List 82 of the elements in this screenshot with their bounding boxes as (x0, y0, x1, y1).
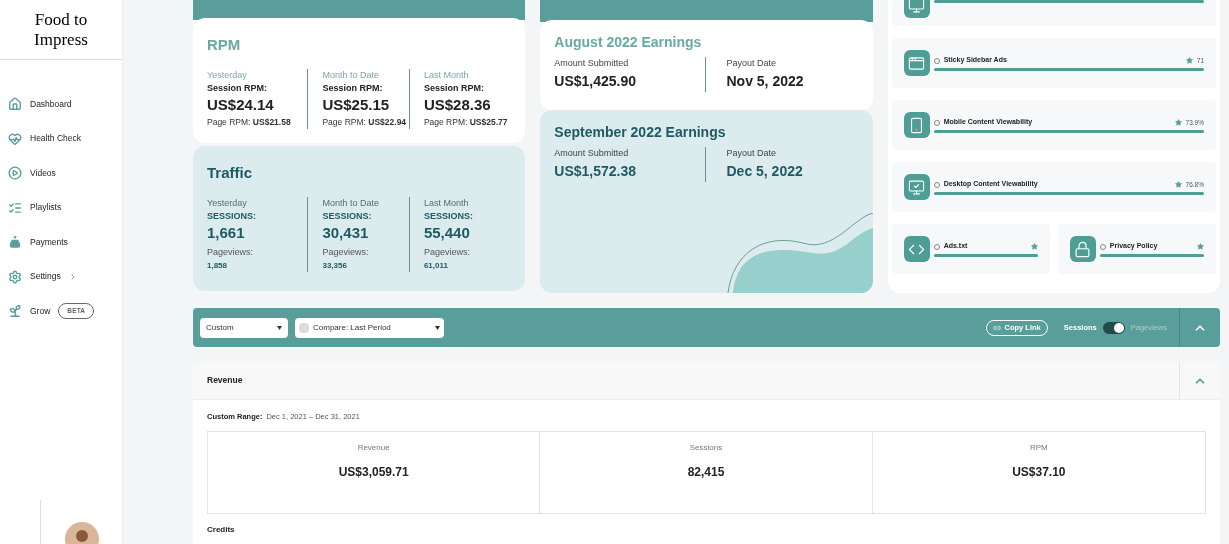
settings-icon (8, 269, 22, 284)
section-title: Revenue (207, 374, 244, 387)
metric-value: 55,440 (423, 223, 471, 243)
card-title: August 2022 Earnings (554, 33, 703, 52)
lock-icon (1069, 236, 1096, 262)
metric-value: US$28.36 (423, 95, 492, 115)
period-label: Month to Date (322, 68, 380, 82)
stat-label: Revenue (357, 442, 390, 455)
audit-item[interactable] (891, 0, 1216, 26)
period-label: Yesterday (207, 196, 248, 210)
heart-pulse-icon (8, 131, 22, 146)
amount-value: US$1,572.38 (554, 161, 638, 181)
card-title: Traffic (207, 163, 253, 183)
payout-date-label: Payout Date (726, 57, 777, 70)
sub-label: Pageviews: (322, 246, 370, 260)
compare-checkbox[interactable] (299, 322, 309, 333)
section-title: Credits (206, 524, 236, 537)
payout-date: Dec 5, 2022 (726, 161, 804, 181)
metric-label: SESSIONS: (423, 210, 474, 223)
period-label: Last Month (423, 68, 470, 82)
stat-value: US$37.10 (1012, 464, 1066, 482)
sub-value: 33,356 (322, 259, 348, 272)
monitor-icon (903, 0, 930, 18)
brand-logo[interactable]: Food to Impress (21, 9, 101, 50)
star-icon (1197, 243, 1204, 250)
nav-item[interactable]: Videos (8, 166, 56, 181)
sub-metric: Page RPM: US$25.77 (423, 116, 509, 129)
card-title: September 2022 Earnings (554, 123, 727, 142)
checklist-icon (8, 200, 22, 215)
card-title: RPM (207, 35, 242, 55)
payout-date: Nov 5, 2022 (726, 71, 805, 91)
period-label: Month to Date (322, 196, 380, 210)
nav-item[interactable]: Playlists (8, 200, 62, 215)
star-icon (1185, 57, 1193, 64)
amount-label: Amount Submitted (554, 57, 630, 70)
nav-item[interactable]: Settings (8, 269, 77, 284)
caret-icon (277, 325, 282, 330)
browser-window-icon (903, 50, 930, 76)
smartphone-icon (903, 112, 930, 138)
compare-dropdown[interactable]: Compare: Last Period (295, 317, 444, 338)
nav-item[interactable]: Dashboard (8, 97, 72, 112)
payout-date-label: Payout Date (726, 147, 777, 160)
amount-label: Amount Submitted (554, 147, 630, 160)
metric-value: 30,431 (322, 223, 370, 243)
period-label: Yesterday (207, 68, 248, 82)
nav-item[interactable]: Payments (8, 234, 68, 251)
range-dropdown[interactable]: Custom (200, 317, 288, 338)
view-toggle[interactable] (1102, 321, 1125, 334)
stat-label: Sessions (689, 442, 723, 455)
sub-label: Pageviews: (423, 246, 471, 260)
avatar[interactable] (65, 522, 99, 544)
sub-label: Pageviews: (207, 246, 255, 260)
star-icon (1174, 181, 1182, 188)
metric-label: SESSIONS: (207, 210, 257, 223)
metric-value: 1,661 (207, 223, 246, 243)
link-icon (992, 323, 1001, 332)
metric-value: US$25.15 (322, 95, 391, 115)
amount-value: US$1,425.90 (554, 71, 638, 91)
home-icon (8, 97, 22, 112)
star-icon (1174, 119, 1182, 126)
metric-value: US$24.14 (207, 95, 275, 115)
sub-metric: Page RPM: US$22.94 (322, 116, 408, 129)
stat-value: US$3,059.71 (338, 464, 409, 482)
play-icon (8, 166, 22, 181)
sub-metric: Page RPM: US$21.58 (207, 116, 292, 129)
stat-value: 82,415 (687, 464, 725, 482)
sprout-icon (8, 304, 22, 319)
metric-label: Session RPM: (322, 82, 384, 95)
nav-item[interactable]: Grow (8, 304, 51, 319)
metric-label: Session RPM: (207, 82, 268, 95)
star-icon (1030, 243, 1038, 250)
caret-icon (435, 325, 440, 330)
metric-label: Session RPM: (423, 82, 485, 95)
monitor-check-icon (903, 174, 930, 200)
stat-label: RPM (1029, 442, 1048, 455)
money-bag-icon (8, 234, 22, 251)
nav-item[interactable]: Health Check (8, 131, 82, 146)
sub-value: 61,011 (423, 259, 449, 272)
metric-label: SESSIONS: (322, 210, 373, 223)
period-label: Last Month (423, 196, 470, 210)
code-icon (903, 236, 930, 262)
sub-value: 1,858 (207, 259, 229, 272)
